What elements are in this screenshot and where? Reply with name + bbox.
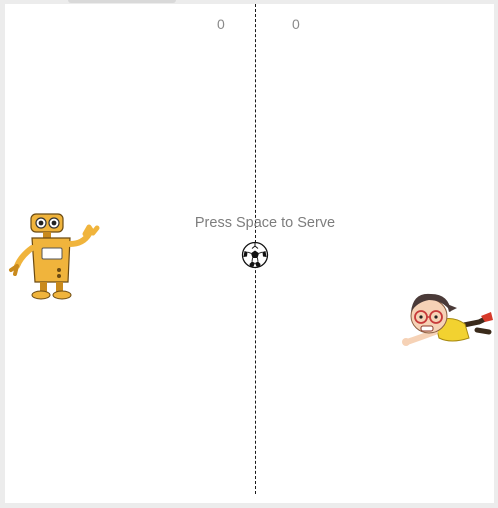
left-score: 0 (217, 16, 225, 32)
cartoon-boy-icon (402, 293, 493, 346)
soccer-ball-icon (241, 241, 269, 269)
top-tab (68, 0, 176, 3)
robot-icon (9, 213, 100, 300)
game-canvas[interactable]: 0 0 Press Space to Serve (5, 4, 494, 503)
right-score: 0 (292, 16, 300, 32)
